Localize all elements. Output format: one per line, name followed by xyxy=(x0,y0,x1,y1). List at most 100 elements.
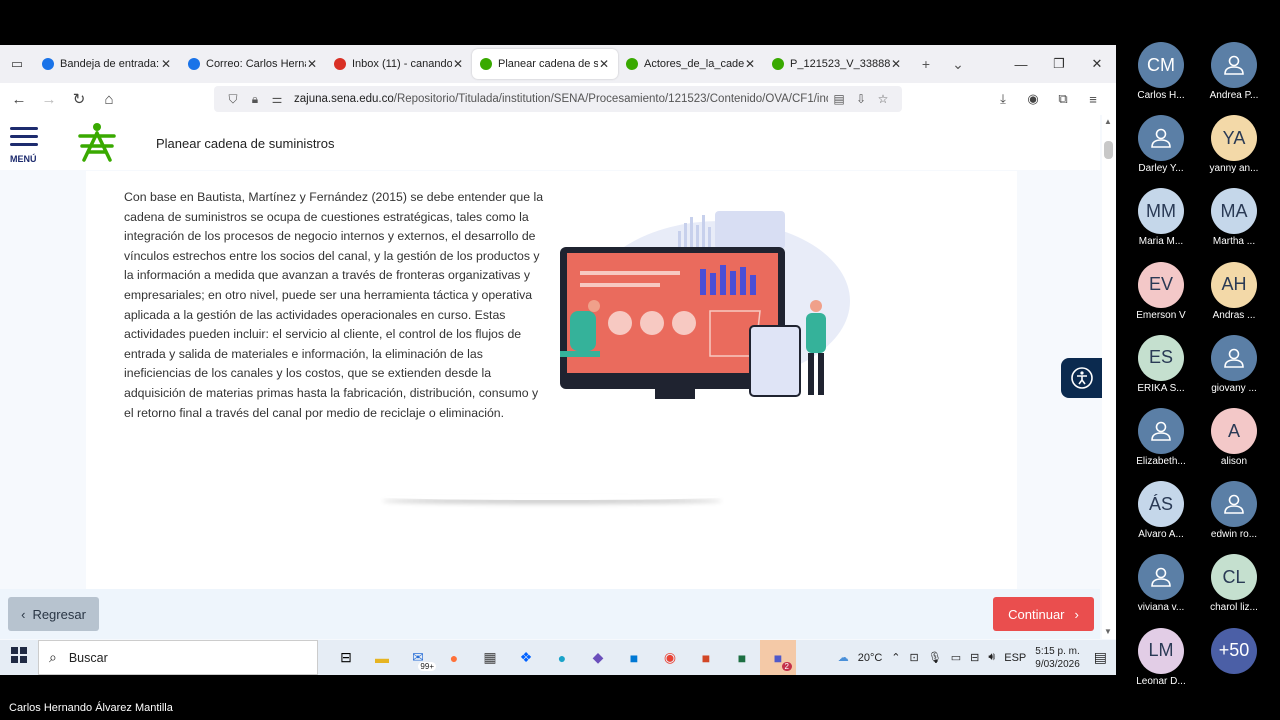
page-title: Planear cadena de suministros xyxy=(156,136,335,151)
bookmark-star-icon[interactable]: ☆ xyxy=(872,92,894,106)
tab-close-icon[interactable]: ✕ xyxy=(598,57,610,71)
volume-icon[interactable]: 🔊︎ xyxy=(988,651,995,664)
participant-avatar: +50 xyxy=(1211,627,1257,674)
participant-tile[interactable]: LM Leonar D... xyxy=(1124,627,1198,687)
account-icon[interactable]: ◉ xyxy=(1018,91,1048,107)
restore-icon[interactable]: ❐ xyxy=(1040,56,1078,72)
participant-tile[interactable]: ES ERIKA S... xyxy=(1124,334,1198,394)
tab-close-icon[interactable]: ✕ xyxy=(744,57,756,71)
tab-close-icon[interactable]: ✕ xyxy=(160,57,172,71)
continue-button-label: Continuar xyxy=(1008,606,1065,622)
battery-icon[interactable]: ▭ xyxy=(951,651,961,664)
page-scrollbar[interactable]: ▲ ▼ xyxy=(1102,115,1116,639)
close-window-icon[interactable]: ✕ xyxy=(1078,56,1116,72)
scroll-thumb[interactable] xyxy=(1104,141,1113,159)
participant-tile[interactable]: Darley Y... xyxy=(1124,115,1198,174)
temperature[interactable]: 20°C xyxy=(858,652,883,664)
news-app-icon[interactable]: ▦ xyxy=(472,640,508,675)
teams-icon[interactable]: ■ 2 xyxy=(760,640,796,675)
tab-title: Correo: Carlos Hernan xyxy=(206,58,306,70)
person-icon xyxy=(1224,348,1244,368)
scroll-up-icon[interactable]: ▲ xyxy=(1104,117,1112,126)
windows-taskbar: ⌕ Buscar ⊟ ▬ ✉ 99+ ● ▦ ❖ ● ◆ ■ ◉ ■ ■ ■ 2 ☁ … xyxy=(0,640,1116,675)
search-label: Buscar xyxy=(68,650,108,665)
participant-initials: A xyxy=(1227,420,1240,441)
participant-tile[interactable]: AH Andras ... xyxy=(1197,261,1271,321)
excel-icon[interactable]: ■ xyxy=(724,640,760,675)
participant-tile[interactable]: MA Martha ... xyxy=(1197,188,1271,247)
back-icon[interactable]: ← xyxy=(4,91,34,108)
browser-tab[interactable]: Actores_de_la_cadena✕ xyxy=(618,49,764,79)
back-button[interactable]: ‹ Regresar xyxy=(8,597,99,631)
continue-button[interactable]: Continuar › xyxy=(993,597,1094,631)
participant-initials: ES xyxy=(1148,347,1173,368)
firefox-icon[interactable]: ● xyxy=(436,640,472,675)
browser-tab[interactable]: Bandeja de entrada: ca✕ xyxy=(34,49,180,79)
dropbox-icon[interactable]: ❖ xyxy=(508,640,544,675)
participant-tile[interactable]: Aalison xyxy=(1197,408,1271,467)
browser-tab[interactable]: P_121523_V_3388828_✕ xyxy=(764,49,910,79)
participant-tile[interactable]: Elizabeth... xyxy=(1124,408,1198,467)
reload-icon[interactable]: ↻ xyxy=(64,90,94,108)
person-icon xyxy=(1151,128,1171,148)
tab-overview-icon[interactable]: ▭ xyxy=(0,45,34,83)
store-app-icon[interactable]: ■ xyxy=(616,640,652,675)
participant-tile[interactable]: +50 xyxy=(1197,627,1271,676)
tab-close-icon[interactable]: ✕ xyxy=(890,57,902,71)
participant-tile[interactable]: YA yanny an... xyxy=(1197,115,1271,174)
minimize-icon[interactable]: — xyxy=(1002,57,1040,72)
weather-icon[interactable]: ☁ xyxy=(838,651,849,664)
participant-tile[interactable]: viviana v... xyxy=(1124,554,1198,613)
microphone-icon[interactable]: 🎙︎ xyxy=(928,651,942,664)
notifications-icon[interactable]: ▤ xyxy=(1094,649,1107,666)
file-explorer-icon[interactable]: ▬ xyxy=(364,640,400,675)
show-hidden-icons-icon[interactable]: ⌃ xyxy=(891,651,900,664)
taskbar-search[interactable]: ⌕ Buscar xyxy=(38,640,318,675)
start-button[interactable] xyxy=(0,647,38,668)
windows-logo-icon xyxy=(11,647,27,663)
network-icon[interactable]: ⊟ xyxy=(970,651,979,664)
edge-icon[interactable]: ● xyxy=(544,640,580,675)
participant-tile[interactable]: EV Emerson V xyxy=(1124,261,1198,321)
new-tab-icon[interactable]: + xyxy=(910,56,942,72)
hamburger-menu-icon[interactable] xyxy=(10,127,38,151)
url-domain: zajuna.sena.edu.co xyxy=(294,93,394,105)
save-page-icon[interactable]: ⇩ xyxy=(850,92,872,106)
address-bar[interactable]: ⛉ 🔒︎ ⚌ zajuna.sena.edu.co/Repositorio/Ti… xyxy=(214,86,902,112)
tab-close-icon[interactable]: ✕ xyxy=(452,57,464,71)
browser-tab[interactable]: Correo: Carlos Hernan ✕ xyxy=(180,49,326,79)
mail-app-icon[interactable]: ✉ 99+ xyxy=(400,640,436,675)
participant-name: Andrea P... xyxy=(1209,90,1259,101)
tray-app-icon[interactable]: ⊡ xyxy=(910,651,919,664)
extensions-icon[interactable]: ⧉ xyxy=(1048,91,1078,107)
participant-name: ERIKA S... xyxy=(1137,382,1185,394)
task-view-icon[interactable]: ⊟ xyxy=(328,640,364,675)
downloads-icon[interactable]: ⤓ xyxy=(988,91,1018,107)
scroll-down-icon[interactable]: ▼ xyxy=(1104,627,1112,636)
language-indicator[interactable]: ESP xyxy=(1004,652,1026,664)
participant-name: Emerson V xyxy=(1136,309,1186,321)
clock[interactable]: 5:15 p. m. 9/03/2026 xyxy=(1035,645,1080,671)
tab-close-icon[interactable]: ✕ xyxy=(306,57,318,71)
accessibility-button[interactable] xyxy=(1061,358,1102,398)
participant-tile[interactable]: CL charol liz... xyxy=(1197,554,1271,613)
browser-tab[interactable]: Planear cadena de sum✕ xyxy=(472,49,618,79)
participant-tile[interactable]: CM Carlos H... xyxy=(1124,42,1198,101)
maps-app-icon[interactable]: ◆ xyxy=(580,640,616,675)
participant-tile[interactable]: giovany ... xyxy=(1197,334,1271,394)
forward-icon[interactable]: → xyxy=(34,91,64,108)
app-menu-icon[interactable]: ≡ xyxy=(1078,92,1108,107)
tab-list-chevron-icon[interactable]: ⌄ xyxy=(942,56,974,73)
menu-label[interactable]: MENÚ xyxy=(10,154,37,164)
participant-tile[interactable]: Andrea P... xyxy=(1197,42,1271,101)
browser-tab[interactable]: Inbox (11) - canando3 ✕ xyxy=(326,49,472,79)
reader-view-icon[interactable]: ▤ xyxy=(828,92,850,106)
participant-tile[interactable]: ÁS Álvaro A... xyxy=(1124,481,1198,540)
chrome-icon[interactable]: ◉ xyxy=(652,640,688,675)
powerpoint-icon[interactable]: ■ xyxy=(688,640,724,675)
participant-tile[interactable]: edwin ro... xyxy=(1197,481,1271,540)
participant-tile[interactable]: MM Maria M... xyxy=(1124,188,1198,247)
tab-favicon-icon xyxy=(772,58,784,70)
search-icon: ⌕ xyxy=(49,649,57,665)
home-icon[interactable]: ⌂ xyxy=(94,91,124,108)
